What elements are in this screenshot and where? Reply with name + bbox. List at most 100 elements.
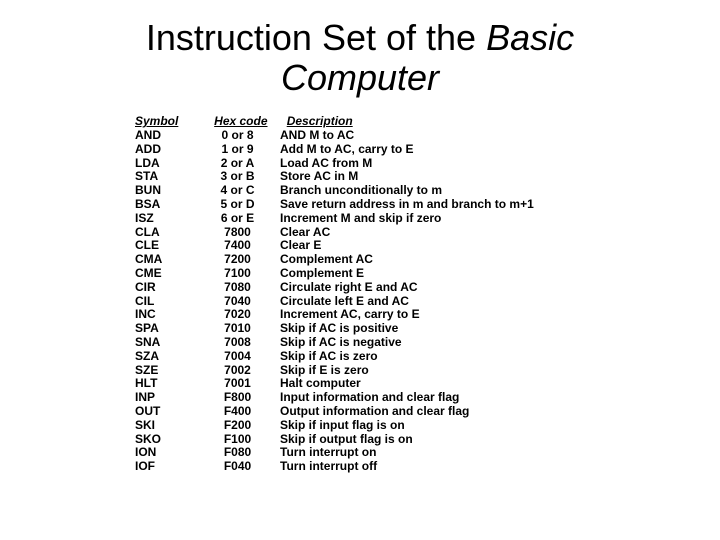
cell-hex: F400 — [205, 405, 270, 419]
table-row: CLA7800Clear AC — [135, 226, 720, 240]
cell-desc: Input information and clear flag — [270, 391, 459, 405]
cell-hex: 7100 — [205, 267, 270, 281]
cell-desc: Skip if AC is positive — [270, 322, 398, 336]
cell-symbol: STA — [135, 170, 205, 184]
table-row: ISZ6 or EIncrement M and skip if zero — [135, 212, 720, 226]
cell-symbol: SPA — [135, 322, 205, 336]
cell-symbol: CIR — [135, 281, 205, 295]
cell-symbol: SKO — [135, 433, 205, 447]
cell-symbol: CMA — [135, 253, 205, 267]
cell-hex: 3 or B — [205, 170, 270, 184]
cell-desc: Output information and clear flag — [270, 405, 469, 419]
cell-desc: Increment AC, carry to E — [270, 308, 420, 322]
cell-desc: Turn interrupt on — [270, 446, 376, 460]
cell-desc: Skip if AC is negative — [270, 336, 402, 350]
table-row: SKIF200Skip if input flag is on — [135, 419, 720, 433]
cell-hex: F100 — [205, 433, 270, 447]
cell-symbol: ADD — [135, 143, 205, 157]
cell-symbol: CME — [135, 267, 205, 281]
slide: Instruction Set of the Basic Computer Sy… — [0, 18, 720, 540]
cell-symbol: SKI — [135, 419, 205, 433]
table-row: IONF080Turn interrupt on — [135, 446, 720, 460]
cell-hex: F200 — [205, 419, 270, 433]
cell-desc: Complement AC — [270, 253, 373, 267]
cell-desc: Clear E — [270, 239, 321, 253]
cell-hex: F040 — [205, 460, 270, 474]
cell-desc: Store AC in M — [270, 170, 358, 184]
cell-symbol: SZA — [135, 350, 205, 364]
slide-title: Instruction Set of the Basic Computer — [0, 18, 720, 97]
table-row: SZA7004Skip if AC is zero — [135, 350, 720, 364]
table-row: ADD1 or 9Add M to AC, carry to E — [135, 143, 720, 157]
cell-hex: 0 or 8 — [205, 129, 270, 143]
cell-desc: Complement E — [270, 267, 364, 281]
table-row: CMA7200Complement AC — [135, 253, 720, 267]
cell-desc: Turn interrupt off — [270, 460, 377, 474]
cell-desc: Circulate left E and AC — [270, 295, 409, 309]
cell-hex: 7001 — [205, 377, 270, 391]
table-row: CIL7040Circulate left E and AC — [135, 295, 720, 309]
table-row: BSA5 or DSave return address in m and br… — [135, 198, 720, 212]
cell-hex: F800 — [205, 391, 270, 405]
cell-symbol: BUN — [135, 184, 205, 198]
table-row: OUTF400Output information and clear flag — [135, 405, 720, 419]
cell-symbol: SZE — [135, 364, 205, 378]
cell-hex: 7020 — [205, 308, 270, 322]
cell-symbol: ISZ — [135, 212, 205, 226]
cell-symbol: LDA — [135, 157, 205, 171]
cell-desc: Load AC from M — [270, 157, 372, 171]
cell-symbol: INP — [135, 391, 205, 405]
header-hex: Hex code — [208, 115, 273, 129]
cell-hex: 1 or 9 — [205, 143, 270, 157]
cell-desc: AND M to AC — [270, 129, 354, 143]
cell-hex: 7040 — [205, 295, 270, 309]
table-row: IOFF040Turn interrupt off — [135, 460, 720, 474]
table-row: CME7100Complement E — [135, 267, 720, 281]
cell-desc: Branch unconditionally to m — [270, 184, 442, 198]
cell-symbol: HLT — [135, 377, 205, 391]
cell-hex: 7080 — [205, 281, 270, 295]
table-row: INC7020Increment AC, carry to E — [135, 308, 720, 322]
cell-desc: Add M to AC, carry to E — [270, 143, 414, 157]
table-row: STA3 or BStore AC in M — [135, 170, 720, 184]
cell-hex: 6 or E — [205, 212, 270, 226]
table-row: INPF800Input information and clear flag — [135, 391, 720, 405]
table-row: SZE7002Skip if E is zero — [135, 364, 720, 378]
cell-symbol: AND — [135, 129, 205, 143]
cell-hex: 7008 — [205, 336, 270, 350]
cell-symbol: IOF — [135, 460, 205, 474]
cell-symbol: CLA — [135, 226, 205, 240]
table-row: CIR7080Circulate right E and AC — [135, 281, 720, 295]
title-line1-italic: Basic — [486, 17, 574, 58]
cell-desc: Circulate right E and AC — [270, 281, 418, 295]
cell-desc: Skip if E is zero — [270, 364, 369, 378]
table-row: SKOF100Skip if output flag is on — [135, 433, 720, 447]
cell-hex: 7400 — [205, 239, 270, 253]
cell-hex: 7010 — [205, 322, 270, 336]
cell-hex: 7200 — [205, 253, 270, 267]
table-row: BUN4 or CBranch unconditionally to m — [135, 184, 720, 198]
cell-symbol: ION — [135, 446, 205, 460]
cell-hex: 7800 — [205, 226, 270, 240]
cell-hex: 7004 — [205, 350, 270, 364]
cell-desc: Skip if AC is zero — [270, 350, 378, 364]
cell-desc: Save return address in m and branch to m… — [270, 198, 534, 212]
table-row: SPA7010Skip if AC is positive — [135, 322, 720, 336]
table-row: CLE7400Clear E — [135, 239, 720, 253]
header-desc: Description — [277, 115, 353, 129]
title-line1-plain: Instruction Set of the — [146, 17, 486, 58]
cell-hex: F080 — [205, 446, 270, 460]
cell-symbol: OUT — [135, 405, 205, 419]
cell-hex: 5 or D — [205, 198, 270, 212]
cell-desc: Clear AC — [270, 226, 330, 240]
table-row: HLT7001Halt computer — [135, 377, 720, 391]
table-row: SNA7008Skip if AC is negative — [135, 336, 720, 350]
cell-desc: Skip if input flag is on — [270, 419, 405, 433]
table-header-row: Symbol Hex code Description — [135, 115, 720, 129]
cell-symbol: BSA — [135, 198, 205, 212]
cell-symbol: CIL — [135, 295, 205, 309]
cell-symbol: CLE — [135, 239, 205, 253]
cell-hex: 2 or A — [205, 157, 270, 171]
header-symbol: Symbol — [135, 115, 205, 129]
table-row: AND0 or 8AND M to AC — [135, 129, 720, 143]
